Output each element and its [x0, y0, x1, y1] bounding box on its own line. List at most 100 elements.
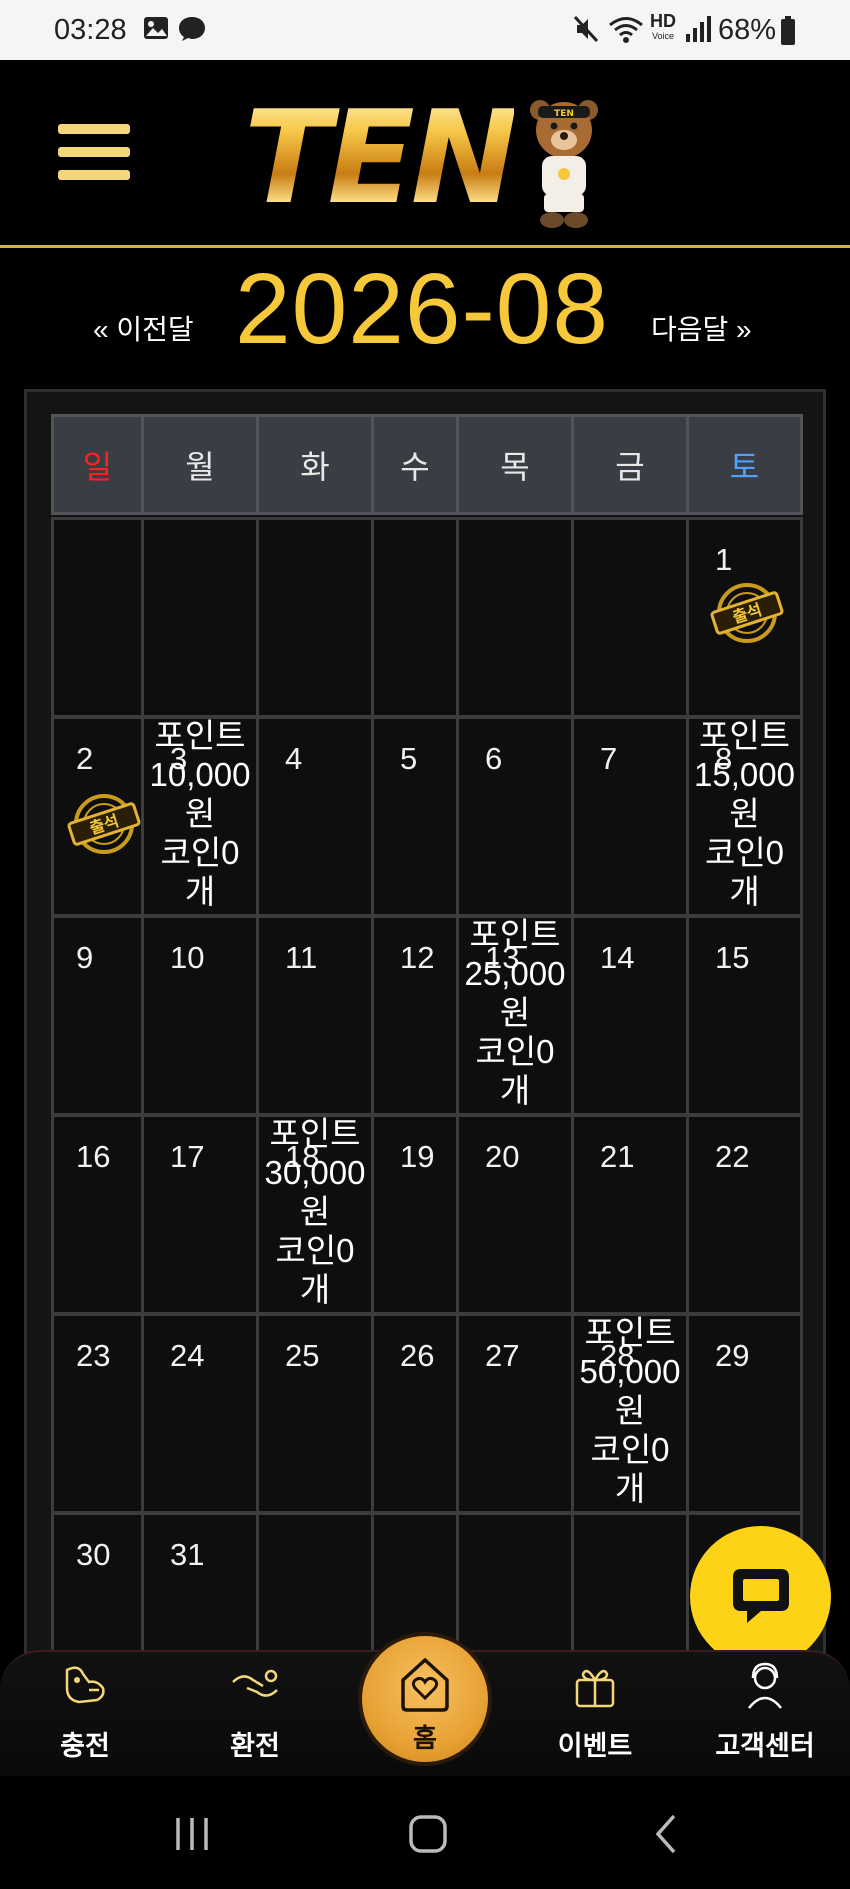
reward-line: 코인0 [475, 1033, 555, 1070]
reward-line: 포인트 [584, 1314, 676, 1351]
day-number: 27 [485, 1338, 520, 1373]
calendar-day-cell[interactable]: 13 포인트 25,000 원 코인0 개 [456, 915, 574, 1116]
day-number: 30 [76, 1537, 111, 1572]
day-number: 22 [715, 1139, 750, 1174]
reward-info: 포인트 30,000 원 코인0 개 [259, 1114, 371, 1309]
month-navigation: « 이전달 2026-08 다음달 » [0, 252, 850, 380]
calendar-day-cell[interactable]: 1 출석 [686, 517, 803, 718]
calendar-empty-cell [51, 517, 144, 718]
calendar-day-cell[interactable]: 28 포인트 50,000 원 코인0 개 [571, 1313, 689, 1514]
messenger-icon [179, 17, 205, 41]
reward-line: 원 [499, 994, 531, 1031]
reward-line: 50,000 [579, 1353, 681, 1390]
reward-line: 코인0 [590, 1431, 670, 1468]
reward-info: 포인트 15,000 원 코인0 개 [689, 716, 800, 911]
day-number: 24 [170, 1338, 205, 1373]
day-number: 14 [600, 940, 635, 975]
system-nav-bar [0, 1776, 850, 1889]
day-number: 23 [76, 1338, 111, 1373]
day-number: 2 [76, 741, 94, 776]
recent-apps-icon[interactable] [172, 1816, 212, 1852]
calendar-day-cell[interactable]: 7 [571, 716, 689, 917]
calendar-day-cell[interactable]: 10 [141, 915, 259, 1116]
home-system-icon[interactable] [408, 1814, 448, 1854]
calendar-day-cell[interactable]: 23 [51, 1313, 144, 1514]
weekday-header: 토 [686, 414, 803, 515]
reward-line: 포인트 [698, 717, 791, 754]
calendar-day-cell[interactable]: 22 [686, 1114, 803, 1315]
calendar-day-cell[interactable]: 18 포인트 30,000 원 코인0 개 [256, 1114, 374, 1315]
calendar-day-cell[interactable]: 12 [371, 915, 459, 1116]
calendar-day-cell[interactable]: 5 [371, 716, 459, 917]
reward-line: 원 [184, 795, 216, 832]
support-icon [748, 1662, 782, 1709]
calendar-day-cell[interactable]: 26 [371, 1313, 459, 1514]
calendar-day-cell[interactable]: 15 [686, 915, 803, 1116]
chat-button[interactable] [690, 1526, 831, 1667]
reward-line: 개 [614, 1470, 646, 1507]
menu-icon[interactable] [58, 124, 130, 188]
calendar-day-cell[interactable]: 27 [456, 1313, 574, 1514]
nav-home[interactable]: 홈 [358, 1632, 492, 1766]
calendar-empty-cell [371, 517, 459, 718]
calendar-empty-cell [571, 517, 689, 718]
app-header: TEN TEN [0, 60, 850, 248]
nav-exchange[interactable]: 환전 [190, 1652, 320, 1778]
day-number: 5 [400, 741, 418, 776]
reward-line: 개 [184, 873, 216, 910]
reward-line: 30,000 [264, 1154, 366, 1191]
calendar-day-cell[interactable]: 11 [256, 915, 374, 1116]
day-number: 26 [400, 1338, 435, 1373]
calendar-day-cell[interactable]: 14 [571, 915, 689, 1116]
calendar-day-cell[interactable]: 9 [51, 915, 144, 1116]
brand-logo[interactable]: TEN TEN [244, 86, 614, 232]
nav-event-label: 이벤트 [557, 1731, 633, 1761]
reward-info: 포인트 50,000 원 코인0 개 [574, 1313, 686, 1508]
weekday-header: 목 [456, 414, 574, 515]
calendar-day-cell[interactable]: 2 출석 [51, 716, 144, 917]
weekday-header: 일 [51, 414, 144, 515]
day-number: 6 [485, 741, 503, 776]
reward-line: 포인트 [154, 717, 246, 754]
calendar-day-cell[interactable]: 19 [371, 1114, 459, 1315]
attendance-stamp: 출석 [710, 583, 784, 643]
day-number: 29 [715, 1338, 750, 1373]
reward-line: 포인트 [469, 916, 561, 953]
chat-bubble-icon [733, 1569, 789, 1623]
nav-charge[interactable]: 충전 [20, 1652, 150, 1778]
attendance-stamp: 출석 [67, 794, 141, 854]
nav-support-label: 고객센터 [715, 1731, 815, 1761]
next-month-link[interactable]: 다음달 » [651, 308, 752, 348]
day-number: 17 [170, 1139, 205, 1174]
hd-voice-badge: HD Voice [650, 11, 676, 41]
reward-line: 25,000 [464, 955, 566, 992]
calendar-day-cell[interactable]: 16 [51, 1114, 144, 1315]
nav-support[interactable]: 고객센터 [700, 1652, 830, 1778]
reward-line: 15,000 [694, 756, 795, 793]
month-title: 2026-08 [235, 253, 609, 365]
calendar-day-cell[interactable]: 17 [141, 1114, 259, 1315]
calendar-day-cell[interactable]: 3 포인트 10,000 원 코인0 개 [141, 716, 259, 917]
calendar-day-cell[interactable]: 29 [686, 1313, 803, 1514]
calendar-day-cell[interactable]: 25 [256, 1313, 374, 1514]
calendar-day-cell[interactable]: 4 [256, 716, 374, 917]
calendar-day-cell[interactable]: 6 [456, 716, 574, 917]
reward-line: 코인0 [704, 834, 785, 871]
calendar-day-cell[interactable]: 8 포인트 15,000 원 코인0 개 [686, 716, 803, 917]
nav-charge-label: 충전 [60, 1731, 110, 1761]
reward-line: 원 [614, 1392, 646, 1429]
day-number: 15 [715, 940, 750, 975]
nav-event[interactable]: 이벤트 [530, 1652, 660, 1778]
day-number: 20 [485, 1139, 520, 1174]
day-number: 11 [285, 940, 318, 975]
reward-info: 포인트 25,000 원 코인0 개 [459, 915, 571, 1110]
reward-line: 개 [299, 1271, 331, 1308]
battery-percent: 68% [718, 14, 777, 46]
back-icon[interactable] [652, 1814, 680, 1854]
calendar-day-cell[interactable]: 24 [141, 1313, 259, 1514]
day-number: 12 [400, 940, 435, 975]
calendar-day-cell[interactable]: 20 [456, 1114, 574, 1315]
prev-month-link[interactable]: « 이전달 [93, 308, 194, 348]
calendar-day-cell[interactable]: 21 [571, 1114, 689, 1315]
charge-icon [65, 1666, 105, 1704]
